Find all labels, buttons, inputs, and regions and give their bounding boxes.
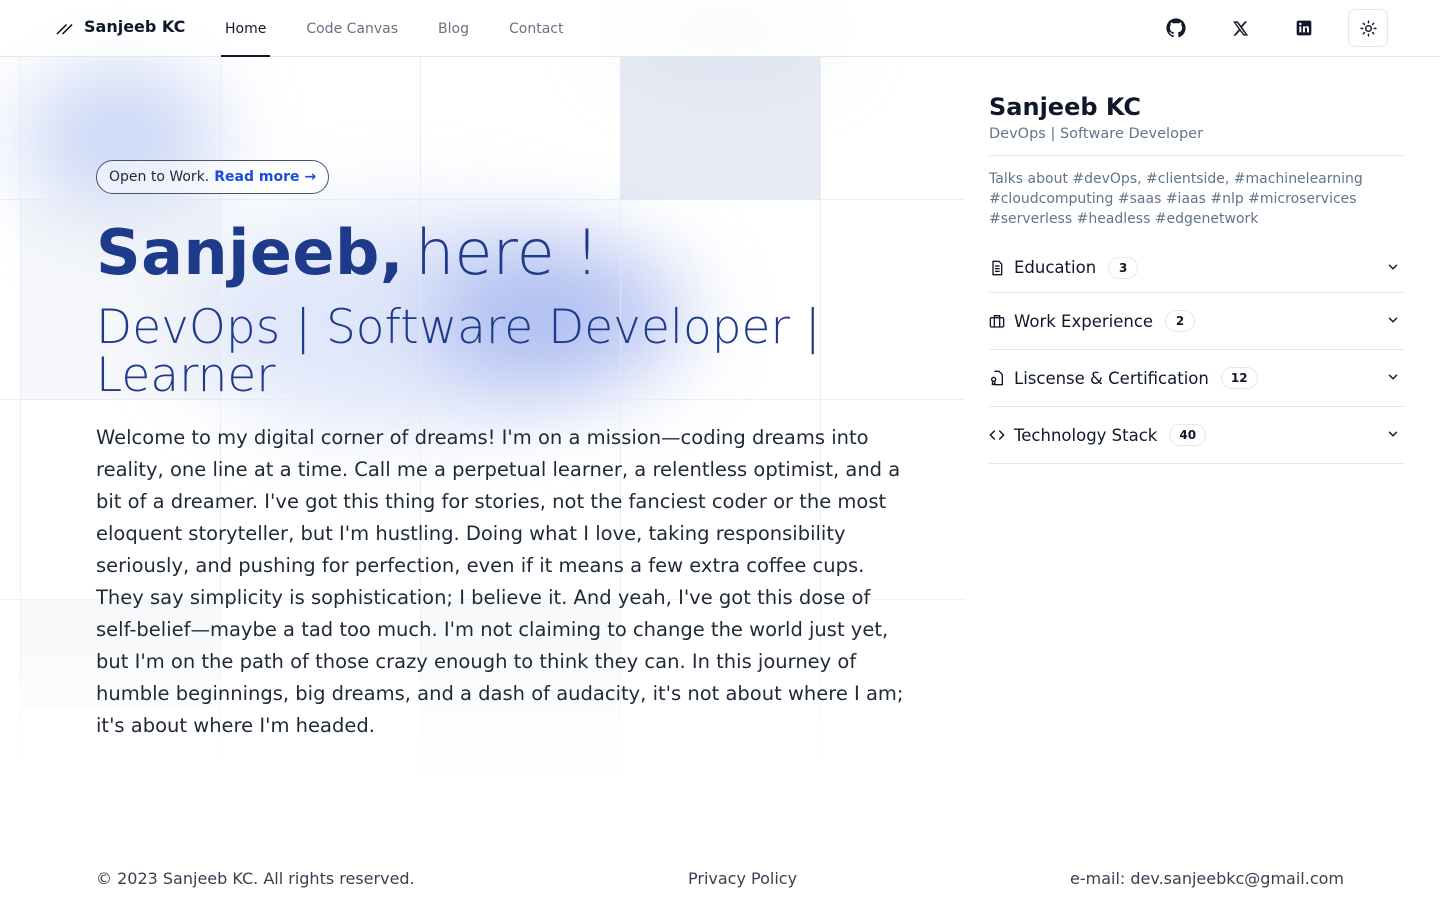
file-badge-icon (989, 370, 1005, 386)
document-icon (989, 260, 1005, 276)
brand-name: Sanjeeb KC (84, 17, 186, 36)
nav-link-home[interactable]: Home (221, 0, 271, 57)
footer: © 2023 Sanjeeb KC. All rights reserved. … (96, 867, 1344, 889)
nav-link-code-canvas[interactable]: Code Canvas (302, 0, 402, 57)
linkedin-link[interactable] (1284, 9, 1324, 47)
privacy-policy-link[interactable]: Privacy Policy (688, 869, 797, 888)
open-to-work-text: Open to Work. (109, 169, 210, 185)
count-badge: 40 (1169, 424, 1207, 446)
accordion-label: Technology Stack (1014, 425, 1158, 445)
hero-greeting: here ! (415, 216, 600, 289)
profile-role: DevOps | Software Developer (989, 126, 1204, 142)
nav-links: Home Code Canvas Blog Contact (221, 0, 599, 57)
github-icon (1166, 18, 1186, 38)
count-badge: 3 (1108, 256, 1139, 279)
x-twitter-link[interactable] (1220, 9, 1260, 47)
bio-paragraph: Welcome to my digital corner of dreams! … (96, 426, 904, 737)
accordion-label: Education (1014, 258, 1097, 277)
briefcase-icon (989, 313, 1005, 329)
count-badge: 2 (1165, 310, 1196, 332)
chevron-down-icon (1386, 260, 1402, 276)
chevron-down-icon (1386, 313, 1402, 329)
linkedin-icon (1296, 20, 1312, 36)
email-text: e-mail: dev.sanjeebkc@gmail.com (1069, 868, 1344, 888)
nav-link-blog[interactable]: Blog (434, 0, 473, 57)
chevron-down-icon (1386, 427, 1402, 443)
accordion-education[interactable]: Education 3 (989, 243, 1404, 293)
profile-sidebar: Sanjeeb KC DevOps | Software Developer T… (989, 93, 1404, 464)
nav-link-contact[interactable]: Contact (505, 0, 567, 57)
hero-name: Sanjeeb, (96, 216, 404, 289)
read-more-link[interactable]: Read more → (214, 169, 316, 185)
top-nav: Sanjeeb KC Home Code Canvas Blog Contact (0, 0, 1440, 57)
accordion-work-experience[interactable]: Work Experience 2 (989, 293, 1404, 350)
accordion: Education 3 Work Experience 2 Liscense &… (989, 243, 1404, 464)
github-link[interactable] (1156, 9, 1196, 47)
slash-logo-icon (55, 17, 74, 36)
open-to-work-badge: Open to Work. Read more → (96, 160, 330, 194)
accordion-license-certification[interactable]: Liscense & Certification 12 (989, 350, 1404, 407)
code-icon (989, 427, 1005, 443)
brand-link[interactable]: Sanjeeb KC (55, 17, 185, 36)
copyright-text: © 2023 Sanjeeb KC. All rights reserved. (96, 868, 415, 888)
sun-icon (1359, 19, 1377, 37)
accordion-label: Work Experience (1014, 311, 1154, 331)
profile-name: Sanjeeb KC (989, 93, 1142, 121)
profile-tags: Talks about #devOps, #clientside, #machi… (989, 171, 1363, 227)
x-twitter-icon (1232, 20, 1248, 36)
divider (989, 155, 1404, 156)
hero-heading: Sanjeeb, here ! (96, 222, 916, 284)
theme-toggle-button[interactable] (1348, 9, 1388, 47)
hero-subtitle: DevOps | Software Developer | Learner (96, 300, 821, 403)
accordion-label: Liscense & Certification (1014, 368, 1209, 388)
count-badge: 12 (1220, 367, 1258, 389)
accordion-technology-stack[interactable]: Technology Stack 40 (989, 407, 1404, 464)
hero-section: Open to Work. Read more → Sanjeeb, here … (96, 160, 916, 742)
chevron-down-icon (1386, 370, 1402, 386)
social-links (1156, 9, 1388, 47)
